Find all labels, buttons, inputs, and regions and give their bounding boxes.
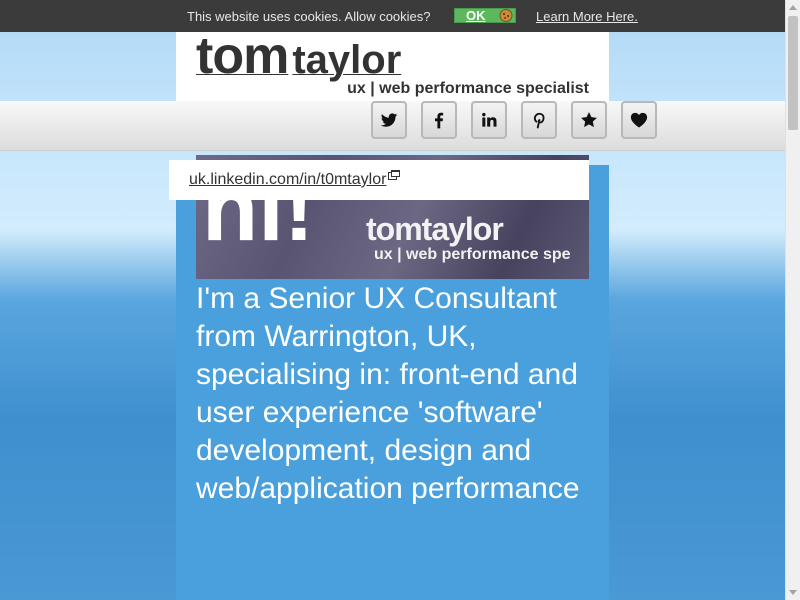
- facebook-button[interactable]: [421, 101, 457, 139]
- linkedin-profile-link[interactable]: uk.linkedin.com/in/t0mtaylor: [189, 170, 401, 188]
- vertical-scrollbar[interactable]: [785, 0, 800, 600]
- star-button[interactable]: [571, 101, 607, 139]
- twitter-icon: [380, 113, 398, 127]
- linkedin-button[interactable]: [471, 101, 507, 139]
- site-logo-link[interactable]: tom taylor: [196, 26, 401, 86]
- site-header: tom taylor ux | web performance specialis…: [176, 27, 609, 101]
- intro-text: I'm a Senior UX Consultant from Warringt…: [196, 282, 580, 505]
- hero-brand: tomtaylor: [366, 211, 504, 247]
- pinterest-button[interactable]: [521, 101, 557, 139]
- cookie-ok-label: OK: [466, 8, 486, 23]
- facebook-icon: [435, 112, 444, 129]
- brand-first-name: tom: [196, 27, 289, 85]
- scroll-down-arrow-icon[interactable]: [789, 590, 797, 595]
- cookie-message: This website uses cookies. Allow cookies…: [187, 9, 431, 24]
- link-tooltip: uk.linkedin.com/in/t0mtaylor: [169, 160, 589, 200]
- external-link-icon: [388, 170, 401, 180]
- scroll-thumb[interactable]: [788, 16, 798, 130]
- scroll-up-arrow-icon[interactable]: [789, 5, 797, 10]
- linkedin-icon: [482, 112, 497, 127]
- twitter-button[interactable]: [371, 101, 407, 139]
- heart-button[interactable]: [621, 101, 657, 139]
- hero-subtitle: ux | web performance spe: [374, 246, 571, 263]
- social-links: [371, 101, 657, 139]
- pinterest-icon: [533, 112, 545, 129]
- learn-more-link[interactable]: Learn More Here.: [536, 9, 638, 24]
- cookie-bar: This website uses cookies. Allow cookies…: [0, 0, 785, 32]
- brand-last-name: taylor: [292, 38, 402, 82]
- heart-icon: [630, 112, 648, 128]
- cookie-icon: [499, 9, 513, 22]
- star-icon: [581, 112, 597, 128]
- site-tagline: ux | web performance specialist: [347, 80, 589, 97]
- linkedin-url: uk.linkedin.com/in/t0mtaylor: [189, 171, 387, 188]
- cookie-ok-button[interactable]: OK: [454, 8, 516, 23]
